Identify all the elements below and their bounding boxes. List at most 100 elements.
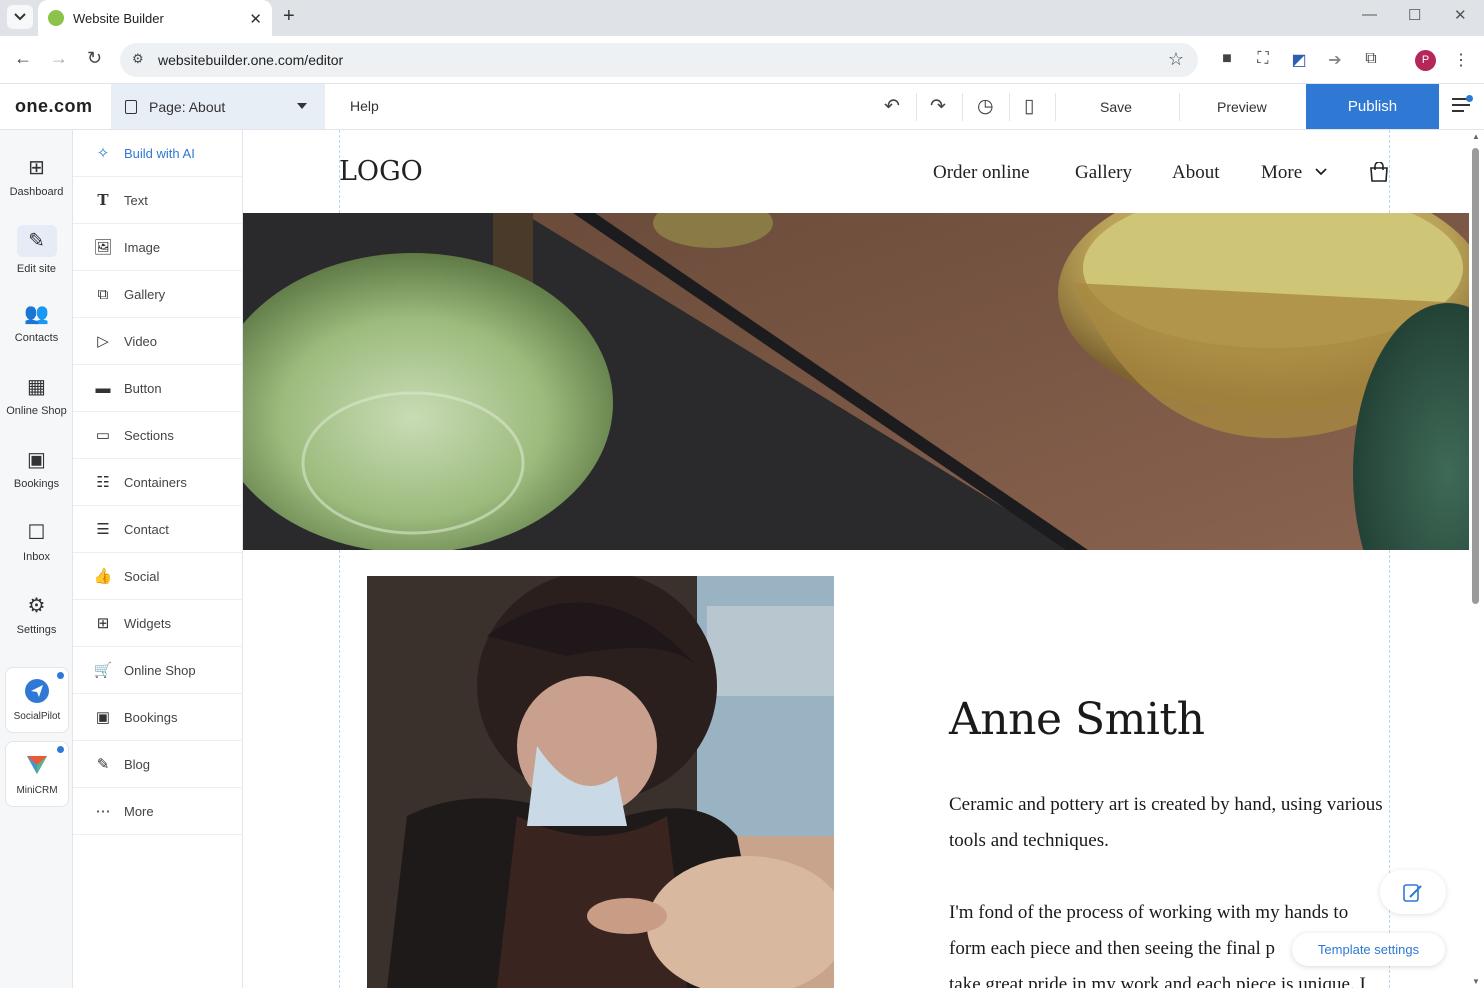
preview-button[interactable]: Preview xyxy=(1217,99,1267,115)
panel-item-online-shop[interactable]: 🛒 Online Shop xyxy=(73,647,243,694)
save-button[interactable]: Save xyxy=(1100,99,1132,115)
site-nav-more[interactable]: More xyxy=(1261,162,1302,184)
about-paragraph-1[interactable]: Ceramic and pottery art is created by ha… xyxy=(949,787,1389,859)
minicrm-icon xyxy=(27,756,47,774)
rail-card-socialpilot[interactable]: SocialPilot xyxy=(5,667,69,733)
new-tab-icon[interactable]: + xyxy=(283,5,295,28)
forward-icon[interactable]: → xyxy=(50,48,68,69)
panel-item-image[interactable]: 🖼 Image xyxy=(73,224,243,271)
scroll-up-icon[interactable]: ▲ xyxy=(1472,132,1480,141)
tab-search-button[interactable] xyxy=(7,5,33,29)
panel-item-label: More xyxy=(124,803,154,819)
panel-item-label: Containers xyxy=(124,474,187,490)
screenshot-icon[interactable]: ⛶ xyxy=(1253,50,1273,70)
design-edit-button[interactable] xyxy=(1380,870,1446,914)
rail-item-contacts[interactable]: 👥 Contacts xyxy=(0,302,73,344)
about-paragraph-2-line-1[interactable]: I'm fond of the process of working with … xyxy=(949,895,1389,931)
panel-item-contact[interactable]: ☰ Contact xyxy=(73,506,243,553)
close-tab-icon[interactable]: ✕ xyxy=(249,10,262,28)
extension-arrow-icon[interactable]: ➔ xyxy=(1325,50,1345,70)
hamburger-menu-icon[interactable] xyxy=(1452,95,1473,114)
site-logo[interactable]: LOGO xyxy=(339,156,423,187)
brand-logo[interactable]: one.com xyxy=(15,96,93,117)
browser-tab[interactable]: Website Builder ✕ xyxy=(38,0,272,36)
divider xyxy=(1009,93,1010,121)
rail-card-minicrm[interactable]: MiniCRM xyxy=(5,741,69,807)
extension-icon[interactable]: ■ xyxy=(1217,50,1237,70)
extension-blue-icon[interactable]: ◩ xyxy=(1289,50,1309,70)
tab-title: Website Builder xyxy=(73,10,164,26)
minimize-icon[interactable]: — xyxy=(1362,6,1377,23)
omnibox[interactable]: ⚙ websitebuilder.one.com/editor ☆ xyxy=(120,43,1198,77)
inbox-icon: ☐ xyxy=(27,522,46,544)
rail-label: Edit site xyxy=(16,263,57,275)
left-rail: ⊞ Dashboard ✎ Edit site 👥 Contacts ▦ Onl… xyxy=(0,130,73,988)
bookmark-star-icon[interactable]: ☆ xyxy=(1168,49,1184,70)
close-window-icon[interactable]: ✕ xyxy=(1454,6,1467,24)
panel-item-containers[interactable]: ☷ Containers xyxy=(73,459,243,506)
panel-item-label: Build with AI xyxy=(124,145,195,161)
rail-item-online-shop[interactable]: ▦ Online Shop xyxy=(0,375,73,417)
panel-item-build-with-ai[interactable]: ✧ Build with AI xyxy=(73,130,243,177)
reload-icon[interactable]: ↻ xyxy=(87,48,102,69)
profile-avatar[interactable]: P xyxy=(1415,50,1436,71)
undo-icon[interactable]: ↶ xyxy=(884,95,900,118)
back-icon[interactable]: ← xyxy=(14,48,32,69)
help-link[interactable]: Help xyxy=(350,98,379,114)
notification-dot xyxy=(57,746,64,753)
socialpilot-icon xyxy=(25,679,49,703)
redo-icon[interactable]: ↷ xyxy=(930,95,946,118)
about-paragraph-2-line-3[interactable]: take great pride in my work and each pie… xyxy=(949,967,1389,988)
panel-item-blog[interactable]: ✎ Blog xyxy=(73,741,243,788)
maximize-icon[interactable]: ☐ xyxy=(1408,6,1421,24)
template-settings-button[interactable]: Template settings xyxy=(1292,933,1445,966)
mobile-view-icon[interactable]: ▯ xyxy=(1024,95,1034,118)
site-nav-about[interactable]: About xyxy=(1172,162,1220,184)
canvas-scrollbar[interactable]: ▲ ▼ xyxy=(1469,130,1484,988)
site-nav-gallery[interactable]: Gallery xyxy=(1075,162,1132,184)
site-nav-order-online[interactable]: Order online xyxy=(933,162,1030,184)
rail-item-edit-site[interactable]: ✎ Edit site xyxy=(0,225,73,275)
kebab-menu-icon[interactable]: ⋮ xyxy=(1451,50,1471,70)
panel-item-bookings[interactable]: ▣ Bookings xyxy=(73,694,243,741)
rail-item-inbox[interactable]: ☐ Inbox xyxy=(0,521,73,563)
divider xyxy=(1055,93,1056,121)
puzzle-icon[interactable]: ⧉ xyxy=(1361,50,1381,70)
site-info-icon[interactable]: ⚙ xyxy=(132,51,144,67)
scroll-thumb[interactable] xyxy=(1472,148,1479,604)
gallery-icon: ⧉ xyxy=(97,285,109,303)
rail-item-dashboard[interactable]: ⊞ Dashboard xyxy=(0,156,73,198)
chevron-down-icon xyxy=(14,13,26,21)
hero-image[interactable] xyxy=(243,213,1469,550)
panel-item-button[interactable]: ▬ Button xyxy=(73,365,243,412)
rail-label: Bookings xyxy=(13,478,60,490)
page-icon xyxy=(125,99,137,114)
editor-canvas[interactable]: LOGO Order online Gallery About More Ann… xyxy=(243,130,1469,988)
rail-item-settings[interactable]: ⚙ Settings xyxy=(0,594,73,636)
panel-item-text[interactable]: T Text xyxy=(73,177,243,224)
panel-item-social[interactable]: 👍 Social xyxy=(73,553,243,600)
page-selector[interactable]: Page: About xyxy=(111,84,325,129)
publish-button[interactable]: Publish xyxy=(1306,84,1439,129)
rail-item-bookings[interactable]: ▣ Bookings xyxy=(0,448,73,490)
panel-item-label: Button xyxy=(124,380,162,396)
about-heading[interactable]: Anne Smith xyxy=(949,694,1205,745)
contacts-icon: 👥 xyxy=(24,303,49,325)
history-icon[interactable]: ◷ xyxy=(977,95,994,118)
widgets-icon: ⊞ xyxy=(96,615,110,632)
shopping-bag-icon[interactable] xyxy=(1369,162,1389,182)
panel-item-label: Sections xyxy=(124,427,174,443)
panel-item-label: Widgets xyxy=(124,615,171,631)
address-bar-row: ← → ↻ ⚙ websitebuilder.one.com/editor ☆ … xyxy=(0,36,1484,84)
tab-favicon-icon xyxy=(48,10,64,26)
scroll-down-icon[interactable]: ▼ xyxy=(1472,977,1480,986)
panel-item-more[interactable]: ⋯ More xyxy=(73,788,243,835)
panel-item-sections[interactable]: ▭ Sections xyxy=(73,412,243,459)
panel-item-video[interactable]: ▷ Video xyxy=(73,318,243,365)
portrait-image[interactable] xyxy=(367,576,834,988)
panel-item-gallery[interactable]: ⧉ Gallery xyxy=(73,271,243,318)
potter-photo xyxy=(367,576,834,988)
panel-item-widgets[interactable]: ⊞ Widgets xyxy=(73,600,243,647)
panel-item-label: Blog xyxy=(124,756,151,772)
divider xyxy=(962,93,963,121)
